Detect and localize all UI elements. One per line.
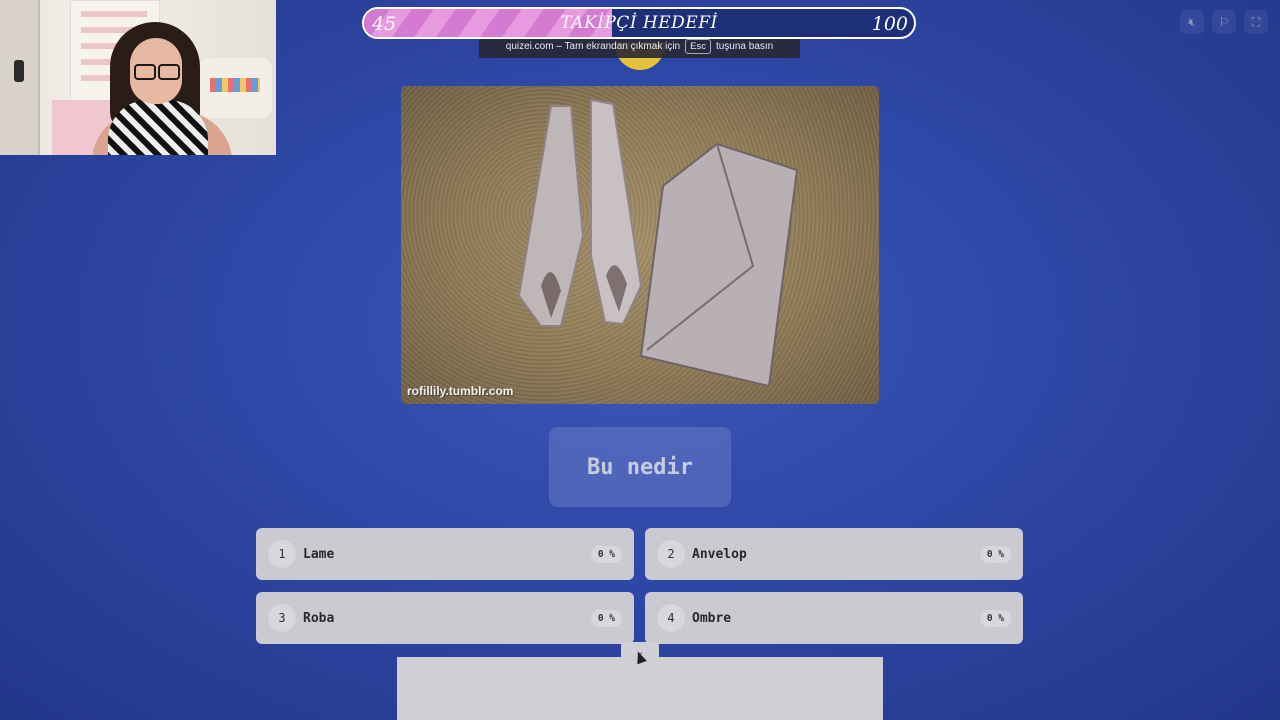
answer-percent: 0 % [590, 609, 622, 627]
answer-label: Lame [303, 546, 335, 562]
answer-percent: 0 % [979, 609, 1011, 627]
flag-icon: ⚐ [1218, 15, 1230, 29]
goal-title: TAKİPÇİ HEDEFİ [560, 13, 718, 33]
shoes-and-clutch-illustration [517, 98, 799, 388]
exit-fullscreen-button[interactable]: ⛶ [1244, 10, 1268, 34]
question-image: rofillily.tumblr.com [401, 86, 879, 404]
question-text: Bu nedir [587, 454, 693, 480]
follower-goal-bar: 45 TAKİPÇİ HEDEFİ 100 [362, 7, 916, 39]
fullscreen-notice-prefix: quizei.com – Tam ekrandan çıkmak için [505, 40, 681, 52]
answer-option-4[interactable]: 4 Ombre 0 % [645, 592, 1023, 644]
answer-label: Ombre [692, 610, 732, 626]
answer-number: 3 [268, 604, 296, 632]
answer-label: Anvelop [692, 546, 747, 562]
glasses [134, 64, 180, 80]
answer-number: 2 [657, 540, 685, 568]
answer-option-2[interactable]: 2 Anvelop 0 % [645, 528, 1023, 580]
pillow [200, 58, 272, 118]
mute-icon: 🔇︎ [1188, 14, 1196, 29]
fullscreen-notice-suffix: tuşuna basın [715, 40, 774, 52]
answer-percent: 0 % [979, 545, 1011, 563]
answer-label: Roba [303, 610, 335, 626]
streamer-top [108, 100, 208, 155]
door [0, 0, 40, 155]
esc-key: Esc [685, 38, 711, 54]
report-button[interactable]: ⚐ [1212, 10, 1236, 34]
bottom-panel [397, 657, 883, 720]
mute-button[interactable]: 🔇︎ [1180, 10, 1204, 34]
answer-option-3[interactable]: 3 Roba 0 % [256, 592, 634, 644]
question-card: Bu nedir [549, 427, 731, 507]
exit-fullscreen-icon: ⛶ [1251, 14, 1261, 29]
answer-option-1[interactable]: 1 Lame 0 % [256, 528, 634, 580]
door-knob [14, 60, 24, 82]
answer-number: 4 [657, 604, 685, 632]
answer-percent: 0 % [590, 545, 622, 563]
answer-number: 1 [268, 540, 296, 568]
webcam-overlay [0, 0, 276, 155]
image-credit: rofillily.tumblr.com [407, 384, 514, 398]
goal-target: 100 [871, 13, 908, 35]
